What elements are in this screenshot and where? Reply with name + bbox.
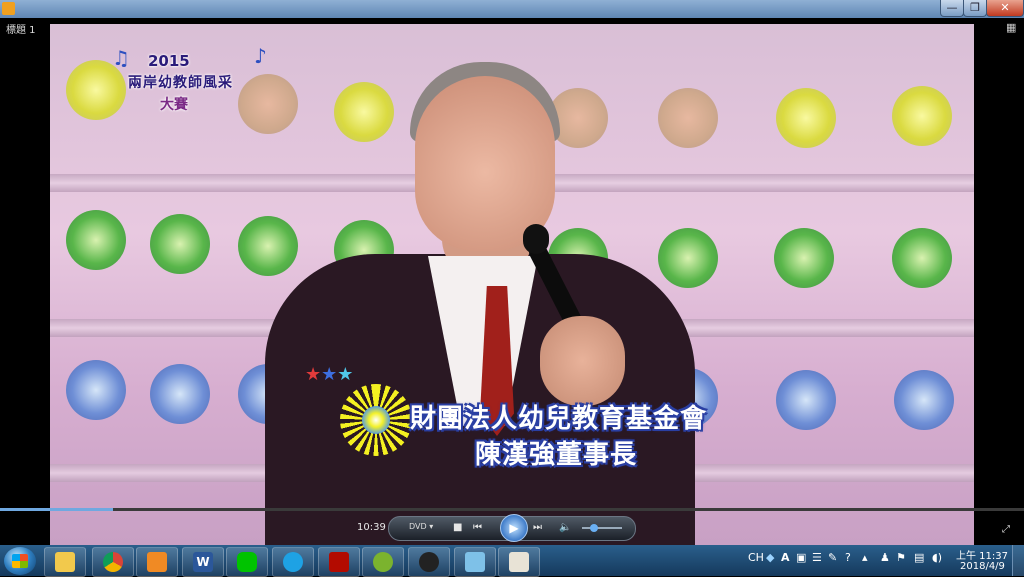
file-explorer-icon[interactable] [44, 547, 86, 577]
stage-light [776, 370, 836, 430]
windows-logo-icon [12, 554, 28, 568]
media-player-icon[interactable] [136, 547, 178, 577]
video-frame[interactable]: ♫ ♪ 2015 兩岸幼教師風采 大賽 ★★★ 財團法人幼兒教育基金會 陳漢強董… [50, 24, 974, 546]
ime-icon[interactable]: ◆ [766, 551, 774, 564]
speaker-hand [540, 316, 625, 406]
layout-switch-icon[interactable]: ▦ [1006, 22, 1018, 34]
network-icon[interactable]: ▤ [914, 551, 924, 564]
starburst-icon [340, 384, 412, 456]
wechat-icon[interactable] [362, 547, 404, 577]
clock-date[interactable]: 2018/4/9 [960, 561, 1005, 572]
volume-slider[interactable] [582, 524, 622, 532]
stage-light [150, 214, 210, 274]
close-button[interactable]: ✕ [986, 0, 1024, 17]
fullscreen-icon[interactable]: ⤢ [1002, 524, 1010, 535]
next-icon[interactable]: ⏭ [533, 520, 542, 536]
line-icon[interactable] [226, 547, 268, 577]
picture-viewer-icon[interactable] [454, 547, 496, 577]
ime-pad-icon[interactable]: ✎ [828, 551, 837, 564]
event-logo: ♫ ♪ 2015 兩岸幼教師風采 大賽 [110, 42, 290, 132]
ime-toolbar-icon[interactable]: ▣ [796, 551, 806, 564]
previous-icon[interactable]: ⏮ [473, 520, 482, 536]
seek-bar[interactable] [0, 508, 1024, 511]
app-icon [2, 2, 15, 15]
stars-icon: ★★★ [305, 364, 354, 385]
word-icon[interactable]: W [182, 547, 224, 577]
stage-light [66, 360, 126, 420]
stage-light [334, 82, 394, 142]
speaker-icon[interactable]: ◖) [932, 551, 942, 564]
caption-name-title: 陳漢強董事長 [475, 440, 638, 470]
clock-time[interactable]: 上午 11:37 [956, 547, 1008, 562]
stage-light [892, 86, 952, 146]
stop-icon[interactable]: ■ [453, 520, 462, 536]
chrome-icon[interactable] [92, 547, 134, 577]
ime-mode-indicator[interactable]: A [781, 551, 790, 564]
elapsed-time: 10:39 [357, 522, 386, 533]
logo-title: 兩岸幼教師風采 [128, 75, 233, 91]
paint-icon[interactable] [498, 547, 540, 577]
stage-light [658, 88, 718, 148]
internet-explorer-icon[interactable] [272, 547, 314, 577]
action-center-icon[interactable]: ⚑ [896, 551, 906, 564]
tray-overflow-icon[interactable]: ▴ [862, 551, 868, 564]
logo-subtitle: 大賽 [160, 97, 188, 113]
help-icon[interactable]: ? [845, 551, 851, 564]
notification-icon[interactable]: ♟ [880, 551, 890, 564]
qq-icon[interactable] [408, 547, 450, 577]
minimize-button[interactable]: — [940, 0, 964, 17]
start-button[interactable] [4, 547, 36, 575]
stage-light [150, 364, 210, 424]
stage-light [658, 228, 718, 288]
acrobat-icon[interactable] [318, 547, 360, 577]
caption-organization: 財團法人幼兒教育基金會 [410, 404, 708, 434]
music-note-icon: ♫ [112, 46, 130, 70]
logo-year: 2015 [148, 52, 190, 70]
stage-light [776, 88, 836, 148]
stage-light [774, 228, 834, 288]
volume-knob[interactable] [590, 524, 598, 532]
microphone-icon [523, 224, 549, 254]
stage-light [238, 216, 298, 276]
volume-icon[interactable]: 🔈 [559, 520, 571, 536]
source-selector[interactable]: DVD ▾ [409, 522, 433, 531]
media-title: 標題 1 [6, 25, 36, 36]
ime-settings-icon[interactable]: ☰ [812, 551, 822, 564]
maximize-button[interactable]: ❐ [963, 0, 987, 17]
play-button[interactable]: ▶ [500, 514, 528, 542]
stage-light [66, 210, 126, 270]
language-indicator[interactable]: CH [748, 551, 764, 564]
seek-progress [0, 508, 113, 511]
show-desktop-button[interactable] [1012, 545, 1024, 576]
window-titlebar: — ❐ ✕ [0, 0, 1024, 18]
music-note-icon: ♪ [254, 44, 267, 68]
stage-light [894, 370, 954, 430]
stage-light [892, 228, 952, 288]
